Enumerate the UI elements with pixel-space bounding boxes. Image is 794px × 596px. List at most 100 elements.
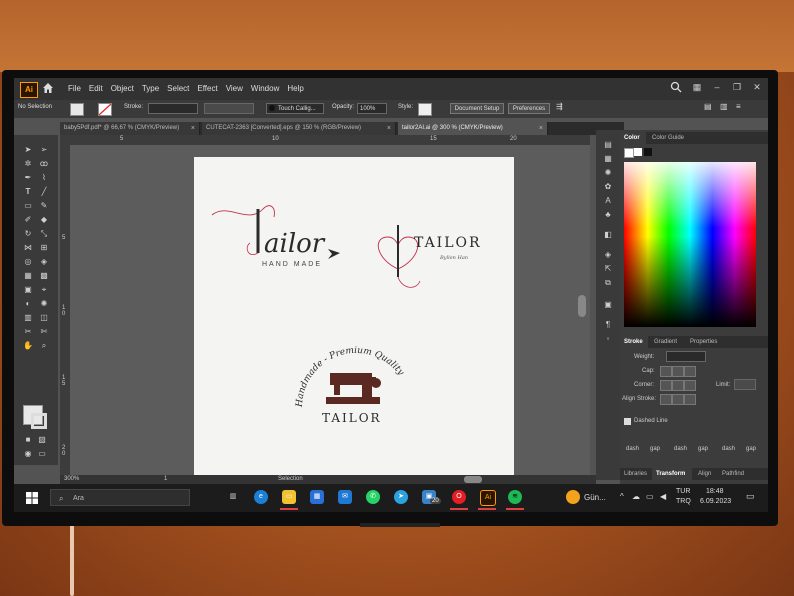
artboard-number[interactable]: 1 <box>164 476 167 482</box>
gradient-mode-icon[interactable]: ▧ <box>36 435 48 445</box>
tab-pathfinder[interactable]: Pathfind <box>718 468 758 480</box>
file-explorer-icon[interactable]: ▭ <box>282 490 296 504</box>
selection-tool-icon[interactable]: ➤ <box>22 145 34 155</box>
clock-time[interactable]: 18:48 <box>706 488 724 495</box>
panel-menu-icon[interactable]: ≡ <box>736 102 741 111</box>
tray-chevron-icon[interactable]: ^ <box>620 492 624 501</box>
volume-icon[interactable]: ◀ <box>660 492 666 501</box>
fill-swatch[interactable] <box>70 103 84 116</box>
close-tab-icon[interactable]: × <box>191 122 195 135</box>
width-tool-icon[interactable]: ⋈ <box>22 243 34 253</box>
artboards-icon[interactable]: ◧ <box>602 230 614 240</box>
eyedropper-icon[interactable]: ⌖ <box>38 285 50 295</box>
close-icon[interactable]: ✕ <box>752 82 762 92</box>
home-icon[interactable] <box>42 82 54 94</box>
paintbrush-icon[interactable]: ✎ <box>38 201 50 211</box>
export-icon[interactable]: ⇱ <box>602 264 614 274</box>
stroke-weight-field[interactable] <box>148 103 198 114</box>
color-white-chip[interactable] <box>634 148 642 156</box>
vertical-scrollbar-thumb[interactable] <box>578 295 586 317</box>
canvas[interactable]: ailor HAND MADE TAILOR Byllen Han Handma… <box>70 145 590 475</box>
tab-document-1[interactable]: baby5Pdf.pdf* @ 66,67 % (CMYK/Preview) × <box>60 122 200 135</box>
menu-type[interactable]: Type <box>142 84 159 93</box>
opentype-icon[interactable]: ◦ <box>602 334 614 344</box>
close-tab-icon[interactable]: × <box>387 122 391 135</box>
tab-gradient[interactable]: Gradient <box>650 336 684 348</box>
magic-wand-icon[interactable]: ✲ <box>22 159 34 169</box>
color-black-chip[interactable] <box>644 148 652 156</box>
tab-color-guide[interactable]: Color Guide <box>648 132 694 144</box>
rectangle-tool-icon[interactable]: ▭ <box>22 201 34 211</box>
restore-icon[interactable]: ❐ <box>732 82 742 92</box>
limit-field[interactable] <box>734 379 756 390</box>
minimize-icon[interactable]: – <box>712 82 722 92</box>
align-inside-button[interactable] <box>672 394 684 405</box>
whatsapp-icon[interactable]: ✆ <box>366 490 380 504</box>
tab-stroke[interactable]: Stroke <box>620 336 648 348</box>
column-graph-icon[interactable]: ▥ <box>22 313 34 323</box>
free-transform-icon[interactable]: ⊞ <box>38 243 50 253</box>
artboard-tool-icon[interactable]: ◫ <box>38 313 50 323</box>
weight-field[interactable] <box>666 351 706 362</box>
cloud-icon[interactable]: ☁ <box>632 492 640 501</box>
fill-stroke-widget[interactable] <box>23 405 49 431</box>
menu-effect[interactable]: Effect <box>197 84 217 93</box>
align-icon[interactable]: ▤ <box>704 102 712 111</box>
symbol-sprayer-icon[interactable]: ✺ <box>38 299 50 309</box>
properties-icon[interactable]: ▤ <box>602 140 614 150</box>
clock-date[interactable]: 6.09.2023 <box>700 498 731 505</box>
close-tab-icon[interactable]: × <box>539 122 543 135</box>
stroke-swatch[interactable] <box>98 103 112 116</box>
artboard[interactable]: ailor HAND MADE TAILOR Byllen Han Handma… <box>194 157 514 475</box>
tab-document-3[interactable]: tailor2AI.ai @ 300 % (CMYK/Preview) × <box>398 122 548 135</box>
perspective-grid-icon[interactable]: ▦ <box>22 271 34 281</box>
transform-icon[interactable]: ▥ <box>720 102 728 111</box>
round-join-button[interactable] <box>672 380 684 391</box>
tab-align[interactable]: Align <box>694 468 716 480</box>
tab-properties[interactable]: Properties <box>686 336 726 348</box>
menu-object[interactable]: Object <box>111 84 134 93</box>
search-icon[interactable] <box>670 81 682 93</box>
shape-builder-icon[interactable]: ◎ <box>22 257 34 267</box>
notifications-icon[interactable]: ▭ <box>746 491 755 502</box>
color-spectrum[interactable] <box>624 162 756 327</box>
rotate-tool-icon[interactable]: ↻ <box>22 229 34 239</box>
type-tool-icon[interactable]: T <box>22 187 34 197</box>
shaper-tool-icon[interactable]: ✐ <box>22 215 34 225</box>
menu-edit[interactable]: Edit <box>89 84 103 93</box>
projecting-cap-button[interactable] <box>684 366 696 377</box>
horizontal-scrollbar-thumb[interactable] <box>464 476 482 483</box>
weather-text[interactable]: Gün... <box>584 493 606 502</box>
preferences-button[interactable]: Preferences <box>508 103 550 114</box>
menu-select[interactable]: Select <box>167 84 189 93</box>
menu-help[interactable]: Help <box>287 84 303 93</box>
brushes-icon[interactable]: ✿ <box>602 182 614 192</box>
document-setup-button[interactable]: Document Setup <box>450 103 504 114</box>
language-bottom[interactable]: TRQ <box>676 498 691 505</box>
tab-libraries[interactable]: Libraries <box>620 468 650 480</box>
comments-icon[interactable]: ▣ <box>602 300 614 310</box>
arrange-icon[interactable]: ⇶ <box>556 102 563 111</box>
store-icon[interactable]: ▦ <box>310 490 324 504</box>
eraser-icon[interactable]: ◆ <box>38 215 50 225</box>
align-outside-button[interactable] <box>684 394 696 405</box>
zoom-level[interactable]: 300% <box>64 476 79 482</box>
zoom-tool-icon[interactable]: ⌕ <box>38 341 50 351</box>
telegram-icon[interactable]: ➤ <box>394 490 408 504</box>
miter-join-button[interactable] <box>660 380 672 391</box>
blend-tool-icon[interactable]: ◐ <box>22 299 34 309</box>
menu-window[interactable]: Window <box>251 84 279 93</box>
tab-color[interactable]: Color <box>620 132 646 144</box>
mesh-tool-icon[interactable]: ▩ <box>38 271 50 281</box>
curvature-tool-icon[interactable]: ⌇ <box>38 173 50 183</box>
character-icon[interactable]: A <box>602 196 614 206</box>
brush-definition[interactable]: Touch Callig... <box>266 103 324 114</box>
logo-heart-needle[interactable] <box>372 219 424 301</box>
butt-cap-button[interactable] <box>660 366 672 377</box>
lasso-icon[interactable]: ꝏ <box>38 159 50 169</box>
workspace-icon[interactable]: ▦ <box>692 82 702 92</box>
draw-mode-icon[interactable]: ◉ <box>22 449 34 459</box>
round-cap-button[interactable] <box>672 366 684 377</box>
taskbar-search-input[interactable]: ⌕ Ara <box>50 489 190 506</box>
color-mode-icon[interactable]: ■ <box>22 435 34 445</box>
